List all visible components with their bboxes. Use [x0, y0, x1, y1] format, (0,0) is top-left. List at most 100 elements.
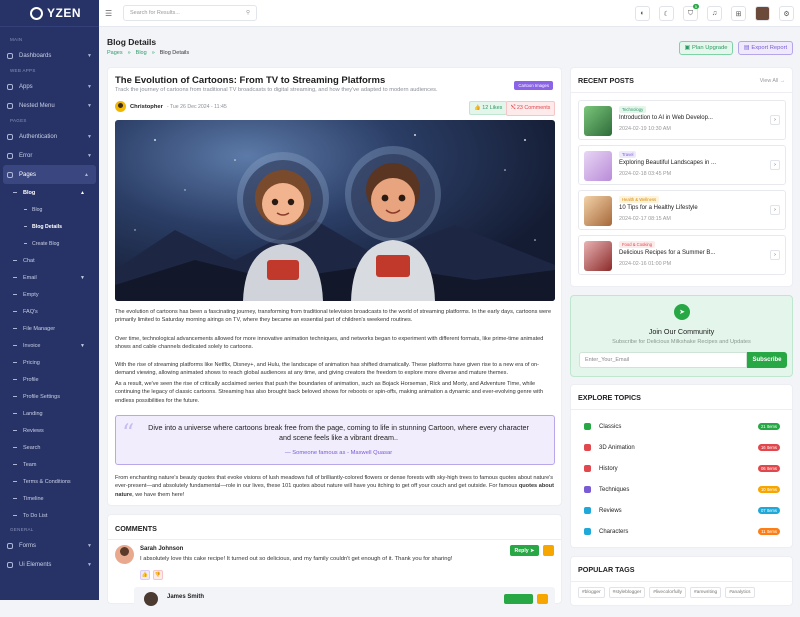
- sidebar-item-profile[interactable]: Profile: [0, 371, 99, 388]
- topic-item[interactable]: Characters 11 Items: [578, 521, 786, 542]
- flag-button[interactable]: [543, 545, 554, 556]
- language-icon[interactable]: ◐: [635, 6, 650, 21]
- recent-post-item[interactable]: Health & Wellness 10 Tips for a Healthy …: [578, 190, 786, 230]
- chevron-right-icon[interactable]: ›: [770, 115, 780, 125]
- breadcrumb: Pages» Blog» Blog Details: [107, 50, 190, 56]
- file-icon: [7, 171, 13, 178]
- email-field[interactable]: Enter_Your_Email: [579, 352, 747, 368]
- sidebar-item-blog-details[interactable]: Blog Details: [0, 218, 99, 235]
- sidebar-item-invoice[interactable]: Invoice ▼: [0, 337, 99, 354]
- chevron-right-icon[interactable]: ›: [770, 205, 780, 215]
- view-all-link[interactable]: View All →: [760, 78, 785, 84]
- comments-button[interactable]: ⤭ 23 Comments: [506, 101, 556, 116]
- sidebar-item-dashboards[interactable]: Dashboards ▼: [0, 46, 99, 65]
- like-comment-button[interactable]: 👍: [140, 570, 150, 580]
- reply-button[interactable]: Reply ➤: [510, 545, 539, 556]
- sidebar-item-timeline[interactable]: Timeline: [0, 490, 99, 507]
- breadcrumb-pages[interactable]: Pages: [107, 50, 123, 56]
- share-icon: ⤭: [511, 105, 516, 111]
- blockquote: “ Dive into a universe where cartoons br…: [115, 415, 555, 465]
- tag-chip[interactable]: #styleblogger: [608, 587, 646, 598]
- sidebar-item-error[interactable]: Error ▼: [0, 146, 99, 165]
- chevron-right-icon[interactable]: ›: [770, 250, 780, 260]
- author-name[interactable]: Christopher: [130, 104, 163, 110]
- sidebar-item-terms[interactable]: Terms & Conditions: [0, 473, 99, 490]
- tag-chip[interactable]: #amwriting: [690, 587, 722, 598]
- sidebar-item-authentication[interactable]: Authentication ▼: [0, 127, 99, 146]
- tag-chip[interactable]: #blogger: [578, 587, 605, 598]
- search-icon: ⚲: [245, 10, 250, 16]
- topic-item[interactable]: History 06 Items: [578, 458, 786, 479]
- sidebar-item-ui-elements[interactable]: Ui Elements ▼: [0, 555, 99, 574]
- quote-author: — Someone famous as - Maxwell Quasar: [284, 450, 393, 456]
- sidebar-item-faqs[interactable]: FAQ's: [0, 303, 99, 320]
- tags-heading: POPULAR TAGS: [578, 565, 635, 574]
- avatar[interactable]: [755, 6, 770, 21]
- sidebar-item-reviews[interactable]: Reviews: [0, 422, 99, 439]
- shield-icon: [584, 423, 591, 430]
- sidebar-item-pages[interactable]: Pages ▲: [3, 165, 96, 184]
- subscribe-button[interactable]: Subscribe: [747, 352, 787, 368]
- astronaut-kids-illustration: [115, 134, 555, 301]
- sidebar-item-profile-settings[interactable]: Profile Settings: [0, 388, 99, 405]
- apps-grid-icon[interactable]: ⊞: [731, 6, 746, 21]
- lock-icon: [7, 133, 13, 140]
- cart-icon[interactable]: ⛉ 5: [683, 4, 699, 21]
- sidebar-item-apps[interactable]: Apps ▼: [0, 77, 99, 96]
- category-badge[interactable]: Cartoon Images: [514, 81, 553, 90]
- recent-post-item[interactable]: Technology Introduction to AI in Web Dev…: [578, 100, 786, 140]
- chevron-down-icon: ▼: [80, 342, 85, 349]
- topics-heading: EXPLORE TOPICS: [578, 393, 641, 402]
- sidebar-section-pages: PAGES: [10, 118, 27, 123]
- recent-post-item[interactable]: Travel Exploring Beautiful Landscapes in…: [578, 145, 786, 185]
- post-date: 2024-02-19 10:30 AM: [619, 126, 671, 132]
- menu-toggle-icon[interactable]: ☰: [105, 9, 113, 18]
- sidebar-section-main: MAIN: [10, 37, 23, 42]
- sidebar-item-todo[interactable]: To Do List: [0, 507, 99, 524]
- post-thumbnail: [584, 241, 612, 271]
- plan-upgrade-button[interactable]: ▣ Plan Upgrade: [679, 41, 733, 55]
- post-date: 2024-02-18 03:45 PM: [619, 171, 672, 177]
- flag-button[interactable]: [537, 594, 548, 604]
- post-thumbnail: [584, 106, 612, 136]
- moon-icon[interactable]: ☾: [659, 6, 674, 21]
- quote-icon: “: [122, 419, 135, 447]
- sidebar-item-forms[interactable]: Forms ▼: [0, 536, 99, 555]
- sidebar-item-email[interactable]: Email ▼: [0, 269, 99, 286]
- settings-icon[interactable]: ⚙: [779, 6, 794, 21]
- tag-chip[interactable]: #analytics: [725, 587, 755, 598]
- sidebar-item-search[interactable]: Search: [0, 439, 99, 456]
- export-report-button[interactable]: ▤ Export Report: [738, 41, 793, 55]
- author-row: Christopher - Tue 26 Dec 2024 - 11:45: [115, 101, 227, 112]
- sidebar-item-chat[interactable]: Chat: [0, 252, 99, 269]
- topic-item[interactable]: Reviews 07 Items: [578, 500, 786, 521]
- sidebar-item-landing[interactable]: Landing: [0, 405, 99, 422]
- topic-item[interactable]: 3D Animation 16 Items: [578, 437, 786, 458]
- sidebar-item-blog[interactable]: Blog ▲: [0, 184, 99, 201]
- sidebar-item-file-manager[interactable]: File Manager: [0, 320, 99, 337]
- sidebar-item-blog-list[interactable]: Blog: [0, 201, 99, 218]
- breadcrumb-blog[interactable]: Blog: [136, 50, 147, 56]
- cart-count-badge: 5: [692, 4, 699, 9]
- topic-item[interactable]: Classics 21 Items: [578, 416, 786, 437]
- sidebar: YZEN MAIN Dashboards ▼ WEB APPS Apps ▼ Nes…: [0, 0, 99, 600]
- sidebar-item-pricing[interactable]: Pricing: [0, 354, 99, 371]
- reply-button[interactable]: [504, 594, 533, 604]
- sidebar-item-create-blog[interactable]: Create Blog: [0, 235, 99, 252]
- article-paragraph-4: As a result, we've seen the rise of crit…: [115, 381, 544, 404]
- sidebar-item-nested-menu[interactable]: Nested Menu ▼: [0, 96, 99, 115]
- chevron-right-icon[interactable]: ›: [770, 160, 780, 170]
- search-input[interactable]: Search for Results... ⚲: [123, 5, 257, 21]
- quote-text: Dive into a universe where cartoons brea…: [148, 423, 529, 442]
- bell-icon[interactable]: ♫: [707, 6, 722, 21]
- dislike-comment-button[interactable]: 👎: [153, 570, 163, 580]
- sidebar-item-team[interactable]: Team: [0, 456, 99, 473]
- sidebar-item-empty[interactable]: Empty: [0, 286, 99, 303]
- tag-chip[interactable]: #livecolorfully: [649, 587, 687, 598]
- app-logo[interactable]: YZEN: [0, 0, 99, 27]
- likes-button[interactable]: 👍 12 Likes: [469, 101, 508, 115]
- recent-post-item[interactable]: Food & Cooking Delicious Recipes for a S…: [578, 235, 786, 275]
- star-icon: [584, 507, 591, 514]
- post-date: 2024-02-17 08:15 AM: [619, 216, 671, 222]
- topic-item[interactable]: Techniques 10 Items: [578, 479, 786, 500]
